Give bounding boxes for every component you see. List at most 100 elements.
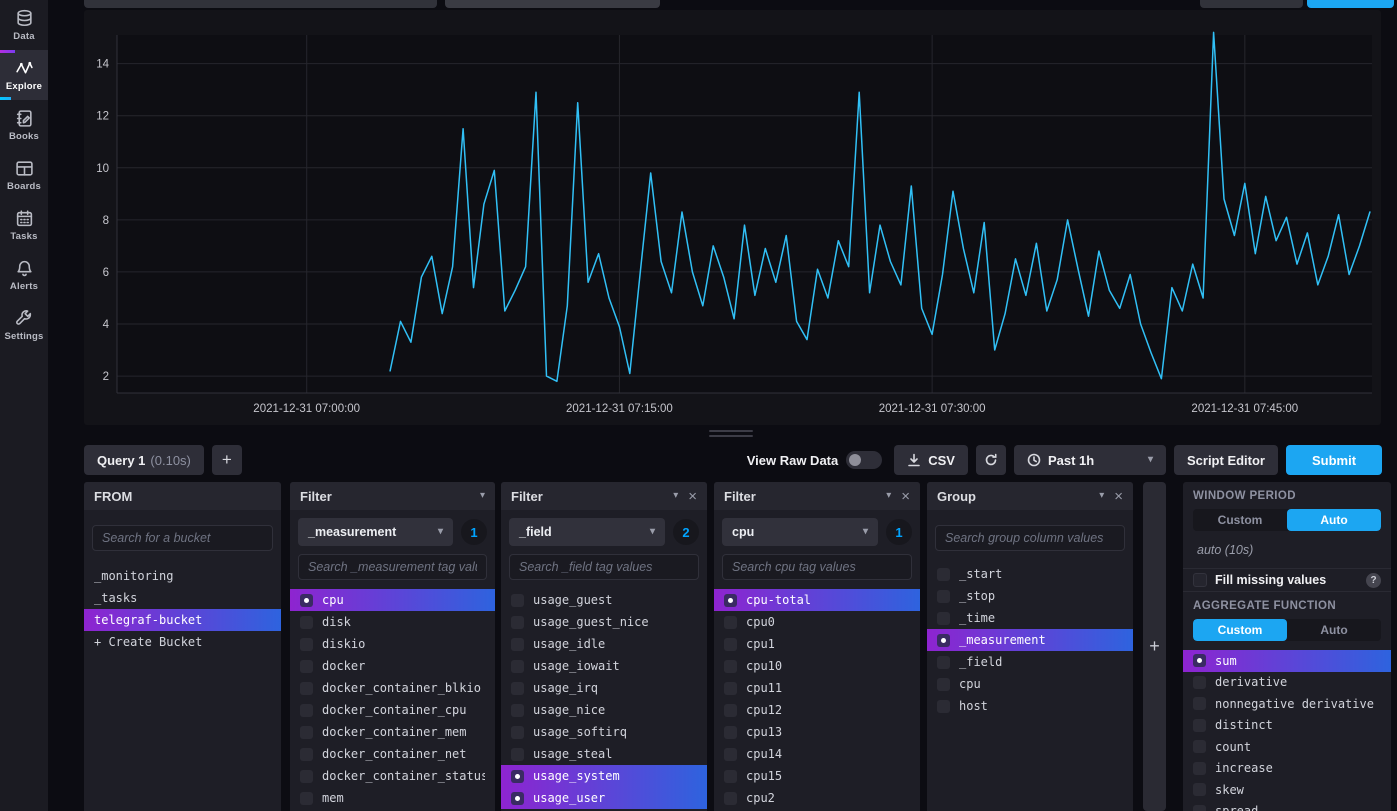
chevron-down-icon[interactable]: ▾ xyxy=(1099,491,1104,501)
help-icon[interactable]: ? xyxy=(1366,573,1381,588)
chevron-down-icon[interactable]: ▾ xyxy=(480,491,485,501)
create-bucket-button[interactable]: + Create Bucket xyxy=(84,631,281,653)
tag-value-search-input[interactable] xyxy=(298,554,487,580)
checkbox[interactable] xyxy=(937,678,950,691)
checkbox[interactable] xyxy=(511,770,524,783)
bucket-search-input[interactable] xyxy=(92,525,273,551)
list-item-disk[interactable]: disk xyxy=(290,611,495,633)
list-item-docker_container_blkio[interactable]: docker_container_blkio xyxy=(290,677,495,699)
list-item-host[interactable]: host xyxy=(927,695,1133,717)
time-range-dropdown[interactable]: Past 1h ▾ xyxy=(1014,445,1166,475)
csv-download-button[interactable]: CSV xyxy=(894,445,968,475)
window-custom-option[interactable]: Custom xyxy=(1193,509,1287,531)
checkbox[interactable] xyxy=(1193,719,1206,732)
list-item-docker_container_mem[interactable]: docker_container_mem xyxy=(290,721,495,743)
list-item-usage_guest_nice[interactable]: usage_guest_nice xyxy=(501,611,707,633)
checkbox[interactable] xyxy=(300,792,313,805)
sidebar-item-explore[interactable]: Explore xyxy=(0,50,48,100)
checkbox[interactable] xyxy=(724,704,737,717)
list-item-_field[interactable]: _field xyxy=(927,651,1133,673)
sidebar-item-books[interactable]: Books xyxy=(0,100,48,150)
list-item-docker_container_status[interactable]: docker_container_status xyxy=(290,765,495,787)
checkbox[interactable] xyxy=(300,616,313,629)
checkbox[interactable] xyxy=(300,660,313,673)
sidebar-item-settings[interactable]: Settings xyxy=(0,300,48,350)
checkbox[interactable] xyxy=(300,770,313,783)
checkbox[interactable] xyxy=(511,638,524,651)
tag-key-select[interactable]: _measurement ▾ xyxy=(298,518,453,546)
list-item-cpu10[interactable]: cpu10 xyxy=(714,655,920,677)
close-icon[interactable]: × xyxy=(901,489,910,504)
checkbox[interactable] xyxy=(511,594,524,607)
tag-key-select[interactable]: cpu ▾ xyxy=(722,518,878,546)
tag-value-search-input[interactable] xyxy=(722,554,912,580)
tag-value-search-input[interactable] xyxy=(509,554,699,580)
checkbox[interactable] xyxy=(1193,654,1206,667)
refresh-button[interactable] xyxy=(976,445,1006,475)
list-item-count[interactable]: count xyxy=(1183,736,1391,758)
list-item-sum[interactable]: sum xyxy=(1183,650,1391,672)
aggregate-auto-option[interactable]: Auto xyxy=(1287,619,1381,641)
list-item-_monitoring[interactable]: _monitoring xyxy=(84,565,281,587)
checkbox[interactable] xyxy=(300,594,313,607)
checkbox[interactable] xyxy=(1193,783,1206,796)
add-filter-panel-button[interactable]: + xyxy=(1143,482,1166,811)
list-item-cpu0[interactable]: cpu0 xyxy=(714,611,920,633)
checkbox[interactable] xyxy=(937,568,950,581)
checkbox[interactable] xyxy=(511,704,524,717)
submit-button[interactable]: Submit xyxy=(1286,445,1382,475)
list-item-usage_idle[interactable]: usage_idle xyxy=(501,633,707,655)
list-item-nonnegative derivative[interactable]: nonnegative derivative xyxy=(1183,693,1391,715)
close-icon[interactable]: × xyxy=(1114,489,1123,504)
query-tab[interactable]: Query 1 (0.10s) xyxy=(84,445,204,475)
sidebar-item-boards[interactable]: Boards xyxy=(0,150,48,200)
list-item-mem[interactable]: mem xyxy=(290,787,495,809)
list-item-cpu[interactable]: cpu xyxy=(927,673,1133,695)
group-search-input[interactable] xyxy=(935,525,1125,551)
list-item-cpu14[interactable]: cpu14 xyxy=(714,743,920,765)
list-item-docker_container_net[interactable]: docker_container_net xyxy=(290,743,495,765)
list-item-cpu2[interactable]: cpu2 xyxy=(714,787,920,809)
list-item-usage_softirq[interactable]: usage_softirq xyxy=(501,721,707,743)
list-item-increase[interactable]: increase xyxy=(1183,758,1391,780)
sidebar-item-tasks[interactable]: Tasks xyxy=(0,200,48,250)
aggregate-custom-option[interactable]: Custom xyxy=(1193,619,1287,641)
checkbox[interactable] xyxy=(300,726,313,739)
list-item-usage_nice[interactable]: usage_nice xyxy=(501,699,707,721)
checkbox[interactable] xyxy=(300,704,313,717)
view-raw-data-toggle[interactable] xyxy=(846,451,882,469)
list-item-_time[interactable]: _time xyxy=(927,607,1133,629)
list-item-cpu1[interactable]: cpu1 xyxy=(714,633,920,655)
checkbox[interactable] xyxy=(724,638,737,651)
window-auto-option[interactable]: Auto xyxy=(1287,509,1381,531)
list-item-_tasks[interactable]: _tasks xyxy=(84,587,281,609)
checkbox[interactable] xyxy=(1193,697,1206,710)
list-item-derivative[interactable]: derivative xyxy=(1183,672,1391,694)
list-item-diskio[interactable]: diskio xyxy=(290,633,495,655)
list-item-skew[interactable]: skew xyxy=(1183,779,1391,801)
tag-key-select[interactable]: _field ▾ xyxy=(509,518,665,546)
list-item-usage_steal[interactable]: usage_steal xyxy=(501,743,707,765)
checkbox[interactable] xyxy=(511,726,524,739)
list-item-usage_user[interactable]: usage_user xyxy=(501,787,707,809)
checkbox[interactable] xyxy=(511,616,524,629)
list-item-usage_iowait[interactable]: usage_iowait xyxy=(501,655,707,677)
list-item-cpu[interactable]: cpu xyxy=(290,589,495,611)
checkbox[interactable] xyxy=(511,748,524,761)
checkbox[interactable] xyxy=(511,660,524,673)
add-query-button[interactable]: + xyxy=(212,445,242,475)
chevron-down-icon[interactable]: ▾ xyxy=(673,491,678,501)
list-item-_stop[interactable]: _stop xyxy=(927,585,1133,607)
list-item-telegraf-bucket[interactable]: telegraf-bucket xyxy=(84,609,281,631)
list-item-_start[interactable]: _start xyxy=(927,563,1133,585)
checkbox[interactable] xyxy=(724,660,737,673)
list-item-spread[interactable]: spread xyxy=(1183,801,1391,811)
list-item-cpu11[interactable]: cpu11 xyxy=(714,677,920,699)
checkbox[interactable] xyxy=(1193,740,1206,753)
list-item-cpu12[interactable]: cpu12 xyxy=(714,699,920,721)
checkbox[interactable] xyxy=(1193,762,1206,775)
list-item-docker_container_cpu[interactable]: docker_container_cpu xyxy=(290,699,495,721)
list-item-usage_guest[interactable]: usage_guest xyxy=(501,589,707,611)
resize-drag-handle[interactable] xyxy=(709,430,753,439)
list-item-_measurement[interactable]: _measurement xyxy=(927,629,1133,651)
